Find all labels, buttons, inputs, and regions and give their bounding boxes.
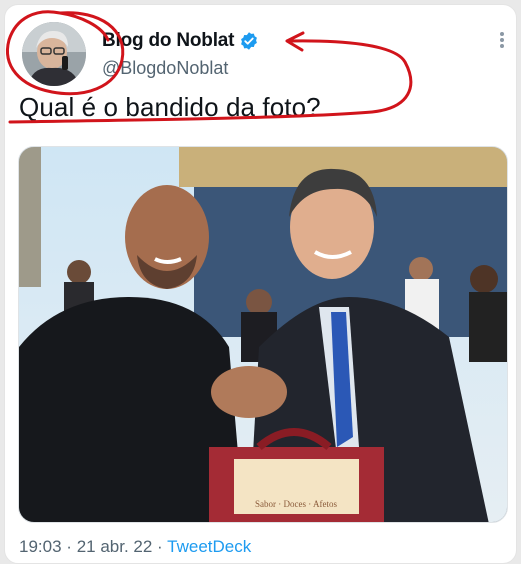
author-avatar[interactable] <box>22 22 86 86</box>
tweet-meta: 19:03 · 21 abr. 22 · TweetDeck <box>19 537 251 557</box>
verified-badge-icon <box>241 32 258 50</box>
meta-separator: · <box>157 537 163 556</box>
tweet-time[interactable]: 19:03 <box>19 537 62 556</box>
author-display-name[interactable]: Blog do Noblat <box>102 30 234 52</box>
tweet-date[interactable]: 21 abr. 22 <box>77 537 153 556</box>
author-name-row: Blog do Noblat <box>102 30 259 52</box>
tweet-text: Qual é o bandido da foto? <box>19 92 321 122</box>
meta-separator: · <box>66 537 72 556</box>
gift-box-label: Sabor · Doces · Afetos <box>255 499 337 509</box>
tweet-source-link[interactable]: TweetDeck <box>167 537 251 556</box>
tweet-photo[interactable]: Sabor · Doces · Afetos <box>18 146 508 523</box>
author-handle[interactable]: @BlogdoNoblat <box>102 58 228 79</box>
more-options-icon[interactable] <box>493 30 511 48</box>
photo-illustration: Sabor · Doces · Afetos <box>19 147 507 522</box>
avatar-photo <box>22 22 86 86</box>
